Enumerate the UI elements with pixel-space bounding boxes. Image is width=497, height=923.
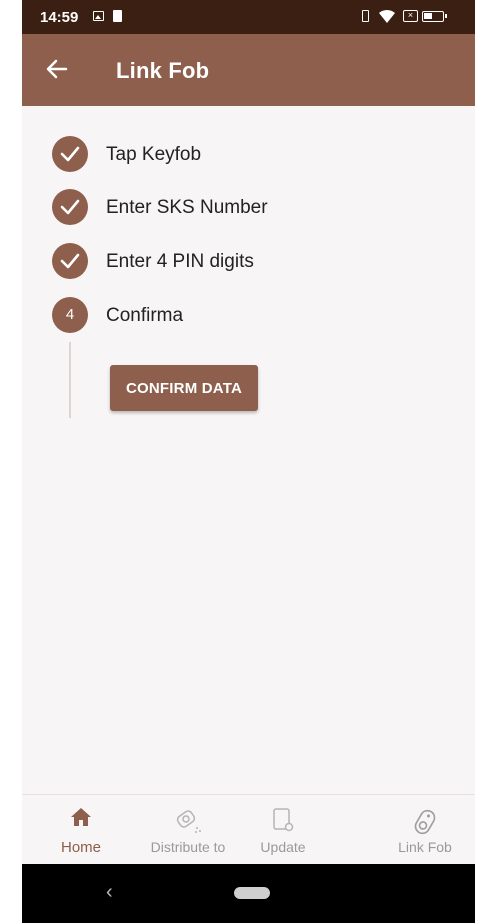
confirm-data-button[interactable]: CONFIRM DATA xyxy=(110,365,258,411)
status-bar: 14:59 × xyxy=(22,0,475,34)
gallery-icon xyxy=(93,11,104,21)
check-icon xyxy=(60,199,80,215)
nav-label: Update xyxy=(260,839,306,855)
step-done-icon xyxy=(52,136,88,172)
app-bar: Link Fob xyxy=(22,34,475,106)
step-label: Enter SKS Number xyxy=(106,197,268,218)
nav-label: Distribute to xyxy=(150,839,226,855)
keyfob-icon xyxy=(414,809,436,835)
distribute-icon xyxy=(176,810,201,833)
nav-link-fob[interactable]: Link Fob xyxy=(388,795,462,865)
wifi-icon xyxy=(379,9,395,23)
home-icon xyxy=(71,808,91,826)
step-label: Tap Keyfob xyxy=(106,144,202,165)
nav-distribute-to[interactable]: Distribute to xyxy=(136,795,240,865)
step-number-badge: 4 xyxy=(52,297,88,333)
bottom-navigation: Home Distribute to Update Link Fob xyxy=(22,794,475,865)
nav-home[interactable]: Home xyxy=(44,795,118,865)
nav-update[interactable]: Update xyxy=(248,795,318,865)
nav-label: Home xyxy=(60,839,101,856)
app-screen: 14:59 × Link Fob Tap Keyfob Enter SKS Nu… xyxy=(22,0,475,923)
update-icon xyxy=(273,808,294,832)
system-home-pill[interactable] xyxy=(234,887,270,899)
nav-label: Link Fob xyxy=(398,839,452,855)
step-label: Confirma xyxy=(106,305,184,326)
vibrate-icon xyxy=(362,10,369,22)
arrow-left-icon[interactable] xyxy=(44,56,70,82)
check-icon xyxy=(60,146,80,162)
step-label: Enter 4 PIN digits xyxy=(106,251,254,272)
no-sim-icon: × xyxy=(403,10,418,22)
step-done-icon xyxy=(52,189,88,225)
system-back-icon[interactable]: ‹ xyxy=(106,881,113,904)
system-navigation-bar: ‹ xyxy=(22,864,475,923)
battery-icon xyxy=(422,11,447,22)
check-icon xyxy=(60,253,80,269)
step-done-icon xyxy=(52,243,88,279)
page-title: Link Fob xyxy=(116,58,210,83)
step-connector-line xyxy=(69,342,71,418)
status-time: 14:59 xyxy=(40,9,79,26)
sim-icon xyxy=(113,10,122,22)
